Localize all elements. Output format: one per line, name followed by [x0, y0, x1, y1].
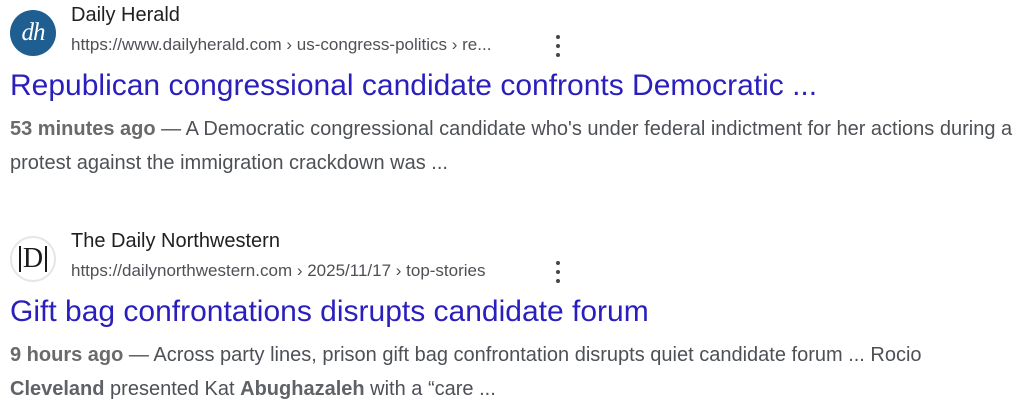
result-title-link[interactable]: Gift bag confrontations disrupts candida… — [10, 292, 1014, 332]
snippet-text: with a “care ... — [364, 378, 496, 400]
site-name: Daily Herald — [71, 4, 180, 26]
site-url: https://www.dailyherald.com › us-congres… — [71, 35, 492, 54]
result-title-link[interactable]: Republican congressional candidate confr… — [10, 66, 1014, 106]
result-snippet: 9 hours ago — Across party lines, prison… — [10, 344, 922, 400]
more-options-icon[interactable] — [551, 35, 565, 57]
result-date: 53 minutes ago — [10, 118, 156, 140]
result-date: 9 hours ago — [10, 344, 124, 366]
more-options-icon[interactable] — [551, 261, 565, 283]
snippet-highlight: Abughazaleh — [240, 378, 365, 400]
site-name: The Daily Northwestern — [71, 230, 280, 252]
search-result: dh Daily Herald https://www.dailyherald.… — [10, 0, 1014, 180]
daily-herald-logo-icon: dh — [10, 10, 56, 56]
site-url: https://dailynorthwestern.com › 2025/11/… — [71, 261, 486, 280]
result-source[interactable]: D The Daily Northwestern https://dailyno… — [10, 226, 1014, 290]
snippet-text: Across party lines, prison gift bag conf… — [153, 344, 922, 366]
result-source[interactable]: dh Daily Herald https://www.dailyherald.… — [10, 0, 1014, 64]
result-snippet: 53 minutes ago — A Democratic congressio… — [10, 118, 1013, 174]
snippet-text: presented Kat — [104, 378, 241, 400]
snippet-highlight: Cleveland — [10, 378, 105, 400]
daily-northwestern-logo-icon: D — [10, 236, 56, 282]
search-result: D The Daily Northwestern https://dailyno… — [10, 226, 1014, 406]
